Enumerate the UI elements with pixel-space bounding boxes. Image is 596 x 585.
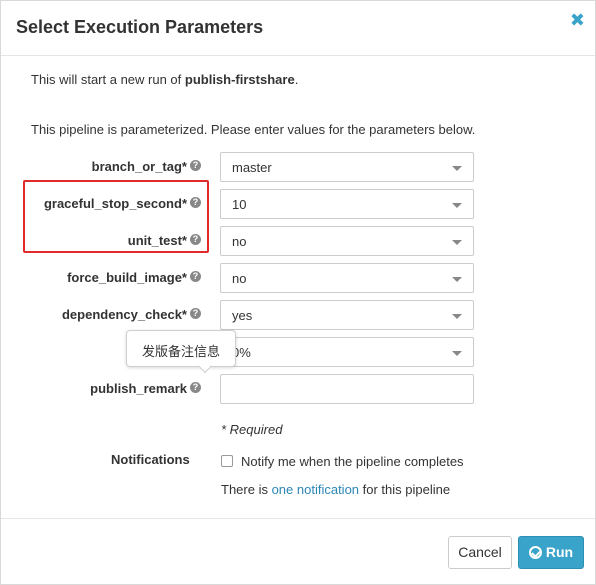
param-label: dependency_check* <box>61 307 187 322</box>
param-label: publish_remark <box>90 381 187 396</box>
select-value: master <box>232 160 272 175</box>
dialog-header: Select Execution Parameters ✖ <box>1 1 595 56</box>
notification-link[interactable]: one notification <box>272 482 359 497</box>
param-row-dependency-check: dependency_check* ? yes <box>1 300 595 330</box>
help-tooltip: 发版备注信息 <box>126 330 236 367</box>
max-select[interactable]: 0% <box>220 337 474 367</box>
execution-parameters-dialog: Select Execution Parameters ✖ This will … <box>0 0 596 585</box>
select-value: 10 <box>232 197 247 212</box>
param-label: force_build_image* <box>67 270 187 285</box>
notify-checkbox[interactable] <box>221 455 233 467</box>
caret-down-icon <box>452 277 462 282</box>
notification-info-prefix: There is <box>221 482 272 497</box>
force-build-image-select[interactable]: no <box>220 263 474 293</box>
notification-info: There is one notification for this pipel… <box>221 482 450 497</box>
check-circle-icon <box>528 546 542 559</box>
intro-text: This will start a new run of publish-fir… <box>31 72 298 87</box>
dependency-check-select[interactable]: yes <box>220 300 474 330</box>
publish-remark-input[interactable] <box>220 374 474 404</box>
notification-info-suffix: for this pipeline <box>359 482 451 497</box>
caret-down-icon <box>452 166 462 171</box>
help-icon[interactable]: ? <box>190 160 201 171</box>
parameters-description: This pipeline is parameterized. Please e… <box>31 122 476 137</box>
pipeline-name: publish-firstshare <box>184 72 295 87</box>
param-row-branch-or-tag: branch_or_tag* ? master <box>1 152 595 182</box>
cancel-button[interactable]: Cancel <box>448 536 512 569</box>
run-button-label: Run <box>545 544 574 560</box>
required-note: * Required <box>221 422 283 437</box>
param-row-max: max 0% <box>1 337 595 367</box>
caret-down-icon <box>452 240 462 245</box>
select-value: no <box>232 234 247 249</box>
run-button[interactable]: Run <box>518 536 584 569</box>
unit-test-select[interactable]: no <box>220 226 474 256</box>
dialog-footer: Cancel Run <box>1 518 595 584</box>
param-row-publish-remark: publish_remark ? <box>1 374 595 404</box>
help-icon[interactable]: ? <box>190 271 201 282</box>
notifications-label: Notifications <box>111 452 190 467</box>
caret-down-icon <box>452 314 462 319</box>
help-icon[interactable]: ? <box>190 308 201 319</box>
param-label: branch_or_tag* <box>91 159 187 174</box>
close-icon[interactable]: ✖ <box>570 10 585 31</box>
select-value: no <box>232 271 247 286</box>
graceful-stop-second-select[interactable]: 10 <box>220 189 474 219</box>
highlight-annotation-box <box>23 180 209 253</box>
dialog-title: Select Execution Parameters <box>16 17 264 37</box>
branch-or-tag-select[interactable]: master <box>220 152 474 182</box>
param-row-force-build-image: force_build_image* ? no <box>1 263 595 293</box>
intro-suffix: . <box>294 72 299 87</box>
select-value: yes <box>232 308 253 323</box>
intro-prefix: This will start a new run of <box>31 72 185 87</box>
caret-down-icon <box>452 203 462 208</box>
help-icon[interactable]: ? <box>190 382 201 393</box>
notify-checkbox-label[interactable]: Notify me when the pipeline completes <box>241 454 464 469</box>
caret-down-icon <box>452 351 462 356</box>
